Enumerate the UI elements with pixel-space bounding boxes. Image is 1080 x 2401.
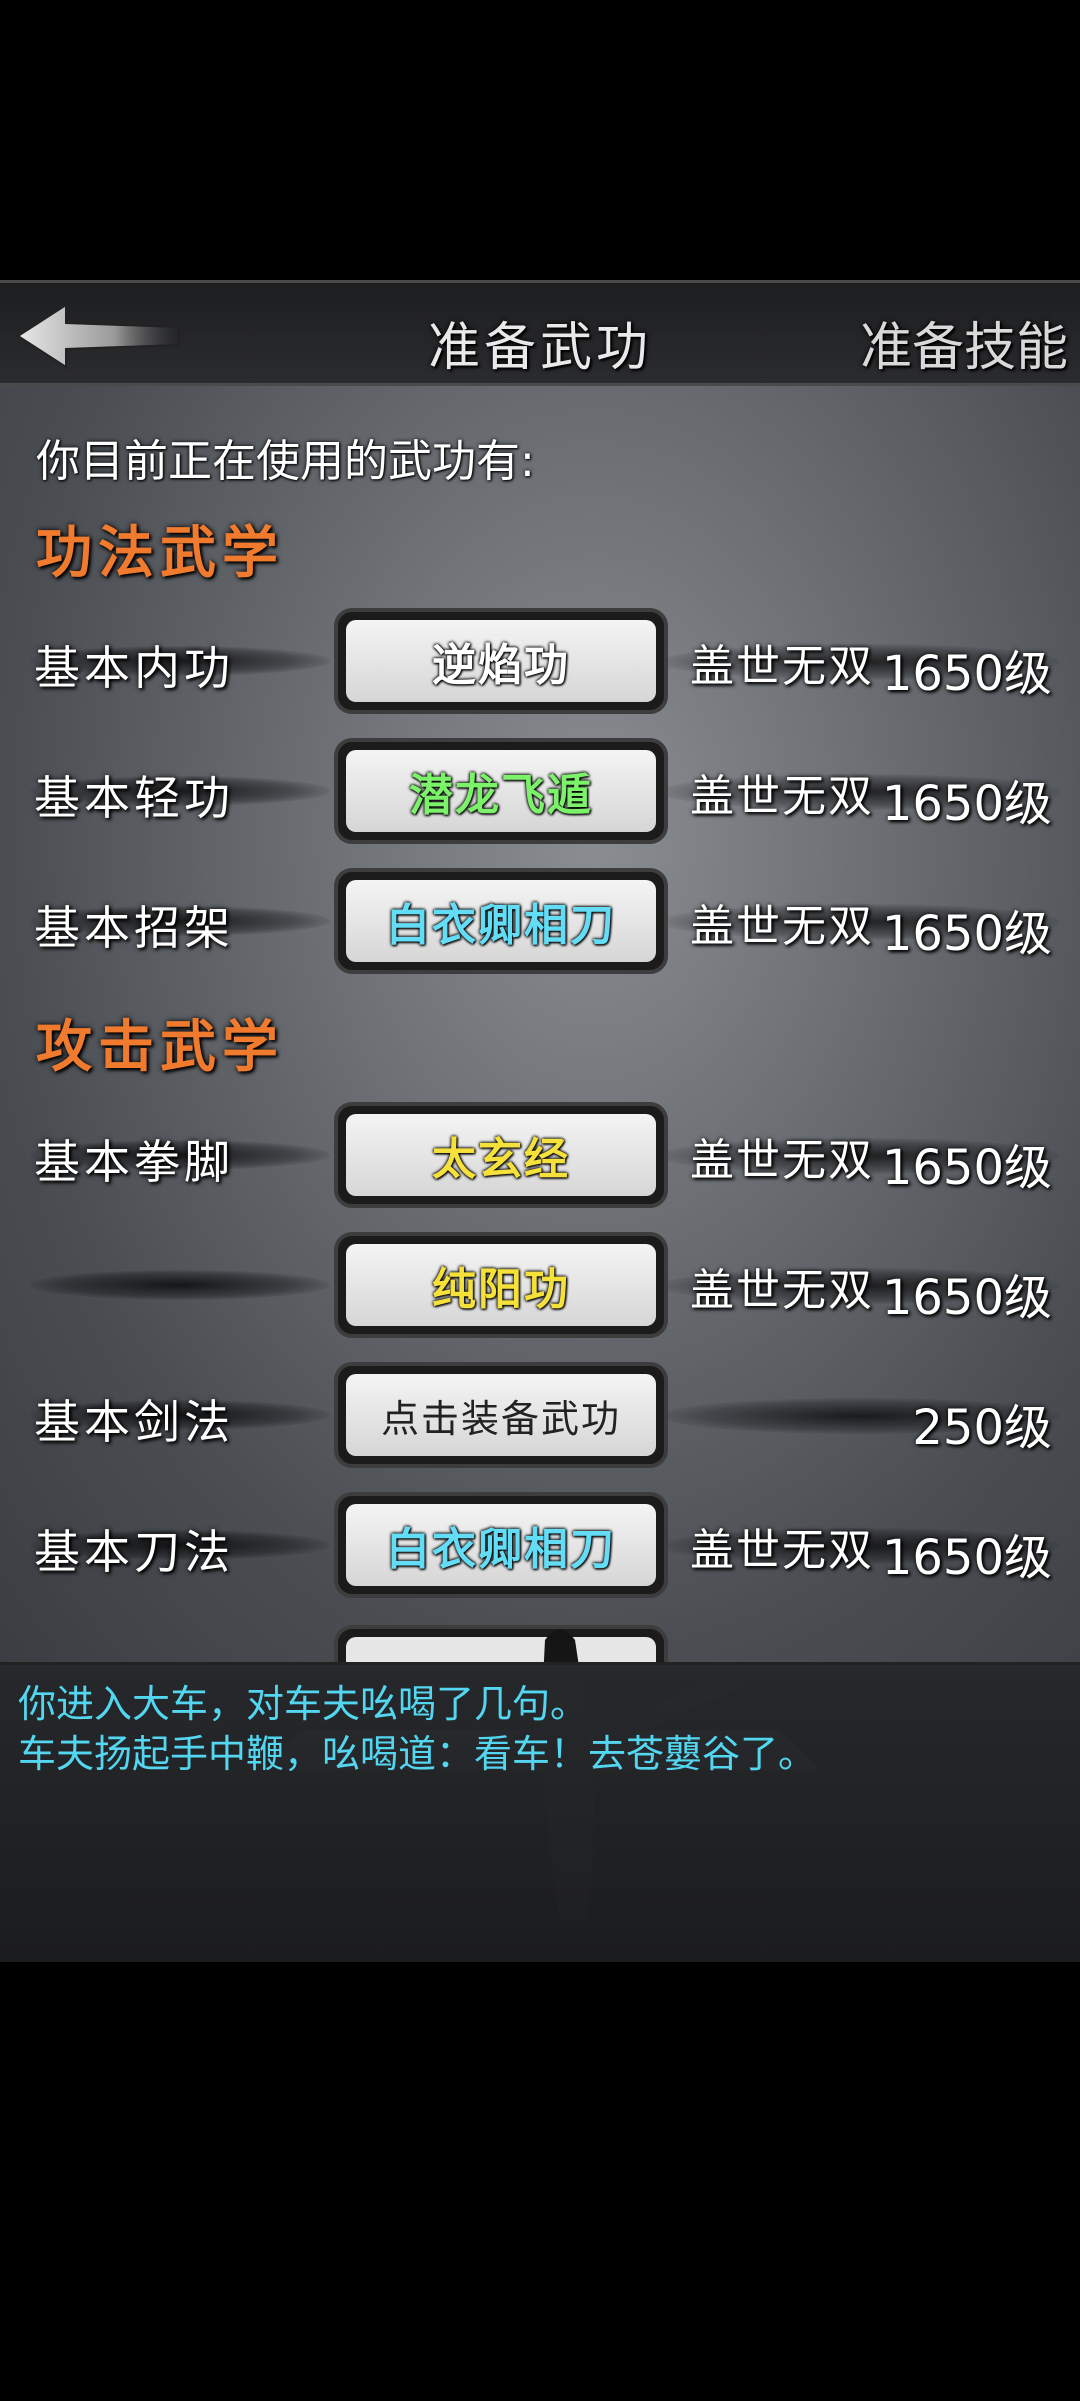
skill-row-internal: 基本内功 逆焰功 盖世无双 1650级 (0, 608, 1080, 716)
section-title-cultivation: 功法武学 (36, 520, 284, 586)
equip-martial-arts-panel: 准备武功 准备技能 你目前正在使用的武功有: 功法武学 基本内功 逆焰功 盖世无… (0, 280, 1080, 1665)
skill-level: 1650级 (881, 1530, 1052, 1586)
skill-level: 1650级 (881, 906, 1052, 962)
tab-prepare-skills[interactable]: 准备技能 (860, 305, 1068, 380)
header-bar: 准备武功 准备技能 (0, 280, 1080, 386)
row-label: 基本刀法 (34, 1525, 234, 1579)
skill-level: 1650级 (881, 1140, 1052, 1196)
skill-rank: 盖世无双 (690, 641, 874, 692)
skill-name: 太玄经 (346, 1114, 656, 1196)
row-label: 基本剑法 (34, 1395, 234, 1449)
equip-skill-button[interactable]: 太玄经 (334, 1102, 668, 1208)
skill-level: 1650级 (881, 1270, 1052, 1326)
skill-level: 250级 (912, 1400, 1052, 1456)
equip-skill-button[interactable]: 白衣卿相刀 (334, 1492, 668, 1598)
skill-name: 逆焰功 (346, 620, 656, 702)
equip-skill-button[interactable]: 潜龙飞遁 (334, 738, 668, 844)
intro-text: 你目前正在使用的武功有: (36, 436, 535, 487)
skill-level: 1650级 (881, 776, 1052, 832)
row-label: 基本拳脚 (34, 1135, 234, 1189)
skill-row-sword: 基本剑法 点击装备武功 250级 (0, 1362, 1080, 1470)
skill-name: 白衣卿相刀 (346, 1504, 656, 1586)
row-label: 基本内功 (34, 641, 234, 695)
skill-row-parry: 基本招架 白衣卿相刀 盖世无双 1650级 (0, 868, 1080, 976)
skill-rank: 盖世无双 (690, 1525, 874, 1576)
skill-rank: 盖世无双 (690, 1135, 874, 1186)
section-title-attack: 攻击武学 (36, 1014, 284, 1080)
row-label: 基本招架 (34, 901, 234, 955)
skill-rank: 盖世无双 (690, 771, 874, 822)
skill-row-lightness: 基本轻功 潜龙飞遁 盖世无双 1650级 (0, 738, 1080, 846)
equip-skill-button[interactable]: 逆焰功 (334, 608, 668, 714)
skill-name: 纯阳功 (346, 1244, 656, 1326)
equip-skill-button[interactable]: 纯阳功 (334, 1232, 668, 1338)
message-log: 你进入大车，对车夫吆喝了几句。 车夫扬起手中鞭，吆喝道：看车！去苍蘡谷了。 (0, 1662, 1080, 1962)
skill-name: 点击装备武功 (346, 1374, 656, 1456)
skill-level: 1650级 (881, 646, 1052, 702)
skill-row-fist-secondary: 纯阳功 盖世无双 1650级 (0, 1232, 1080, 1340)
row-label: 基本轻功 (34, 771, 234, 825)
skill-rank: 盖世无双 (690, 1265, 874, 1316)
skill-row-blade: 基本刀法 白衣卿相刀 盖世无双 1650级 (0, 1492, 1080, 1600)
skill-row-fist: 基本拳脚 太玄经 盖世无双 1650级 (0, 1102, 1080, 1210)
skill-name: 白衣卿相刀 (346, 880, 656, 962)
skill-name: 潜龙飞遁 (346, 750, 656, 832)
equip-skill-button[interactable]: 白衣卿相刀 (334, 868, 668, 974)
log-line: 车夫扬起手中鞭，吆喝道：看车！去苍蘡谷了。 (18, 1732, 817, 1776)
log-line: 你进入大车，对车夫吆喝了几句。 (18, 1682, 589, 1726)
equip-skill-button[interactable]: 点击装备武功 (334, 1362, 668, 1468)
skill-rank: 盖世无双 (690, 901, 874, 952)
